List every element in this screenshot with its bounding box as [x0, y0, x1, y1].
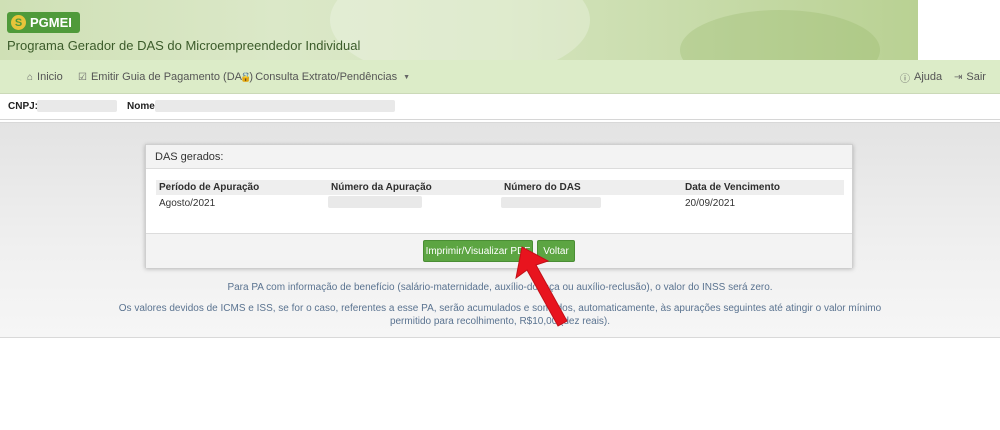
- nav-sair[interactable]: ⇥ Sair: [954, 60, 986, 94]
- cnpj-label: CNPJ:: [8, 101, 39, 112]
- nav-ajuda-label: Ajuda: [914, 71, 943, 83]
- nav-emitir-guia[interactable]: ☑ Emitir Guia de Pagamento (DAS): [78, 60, 253, 94]
- info-icon: ⓘ: [900, 73, 910, 85]
- lock-icon: 🔒: [240, 71, 252, 82]
- cell-periodo: Agosto/2021: [159, 198, 216, 209]
- nav-consulta-label: Consulta Extrato/Pendências: [255, 71, 398, 83]
- nav-inicio-label: Inicio: [37, 71, 63, 83]
- app-title: Programa Gerador de DAS do Microempreend…: [7, 38, 361, 53]
- red-arrow-annotation-icon: [515, 246, 568, 327]
- logo-text: PGMEI: [30, 15, 72, 30]
- col-periodo: Período de Apuração: [159, 182, 260, 193]
- home-icon: ⌂: [27, 71, 34, 83]
- main-navbar: ⌂ Inicio ☑ Emitir Guia de Pagamento (DAS…: [0, 60, 1000, 94]
- col-numero-apuracao: Número da Apuração: [331, 182, 432, 193]
- header-banner: S PGMEI Programa Gerador de DAS do Micro…: [0, 0, 1000, 60]
- cell-numero-apuracao-redacted: [328, 196, 422, 208]
- nav-consulta-extrato[interactable]: 🔒 Consulta Extrato/Pendências ▼: [240, 60, 410, 94]
- nav-emitir-guia-label: Emitir Guia de Pagamento (DAS): [90, 71, 253, 83]
- pgmei-logo[interactable]: S PGMEI: [7, 12, 80, 33]
- panel-heading: DAS gerados:: [146, 145, 852, 169]
- cell-vencimento: 20/09/2021: [685, 198, 736, 209]
- name-value-redacted: [155, 100, 395, 112]
- simples-logo-icon: S: [11, 15, 26, 30]
- identity-bar: CNPJ: Nome:: [0, 94, 1000, 120]
- caret-down-icon: ▼: [403, 73, 411, 81]
- nav-sair-label: Sair: [966, 71, 986, 83]
- cell-numero-das-redacted: [501, 197, 601, 208]
- logout-icon: ⇥: [954, 71, 963, 83]
- nav-ajuda[interactable]: ⓘ Ajuda: [900, 60, 942, 94]
- das-table: Período de Apuração Número da Apuração N…: [156, 180, 844, 212]
- name-label: Nome:: [127, 101, 159, 112]
- checkbox-icon: ☑: [78, 71, 87, 83]
- cnpj-value-redacted: [37, 100, 117, 112]
- nav-inicio[interactable]: ⌂ Inicio: [27, 60, 63, 94]
- col-vencimento: Data de Vencimento: [685, 182, 781, 193]
- table-header: Período de Apuração Número da Apuração N…: [156, 180, 844, 195]
- col-numero-das: Número do DAS: [504, 182, 581, 193]
- table-row: Agosto/2021 20/09/2021: [156, 195, 844, 212]
- das-gerados-panel: DAS gerados: Período de Apuração Número …: [145, 144, 853, 268]
- panel-footer: Imprimir/Visualizar PDF Voltar: [146, 233, 852, 268]
